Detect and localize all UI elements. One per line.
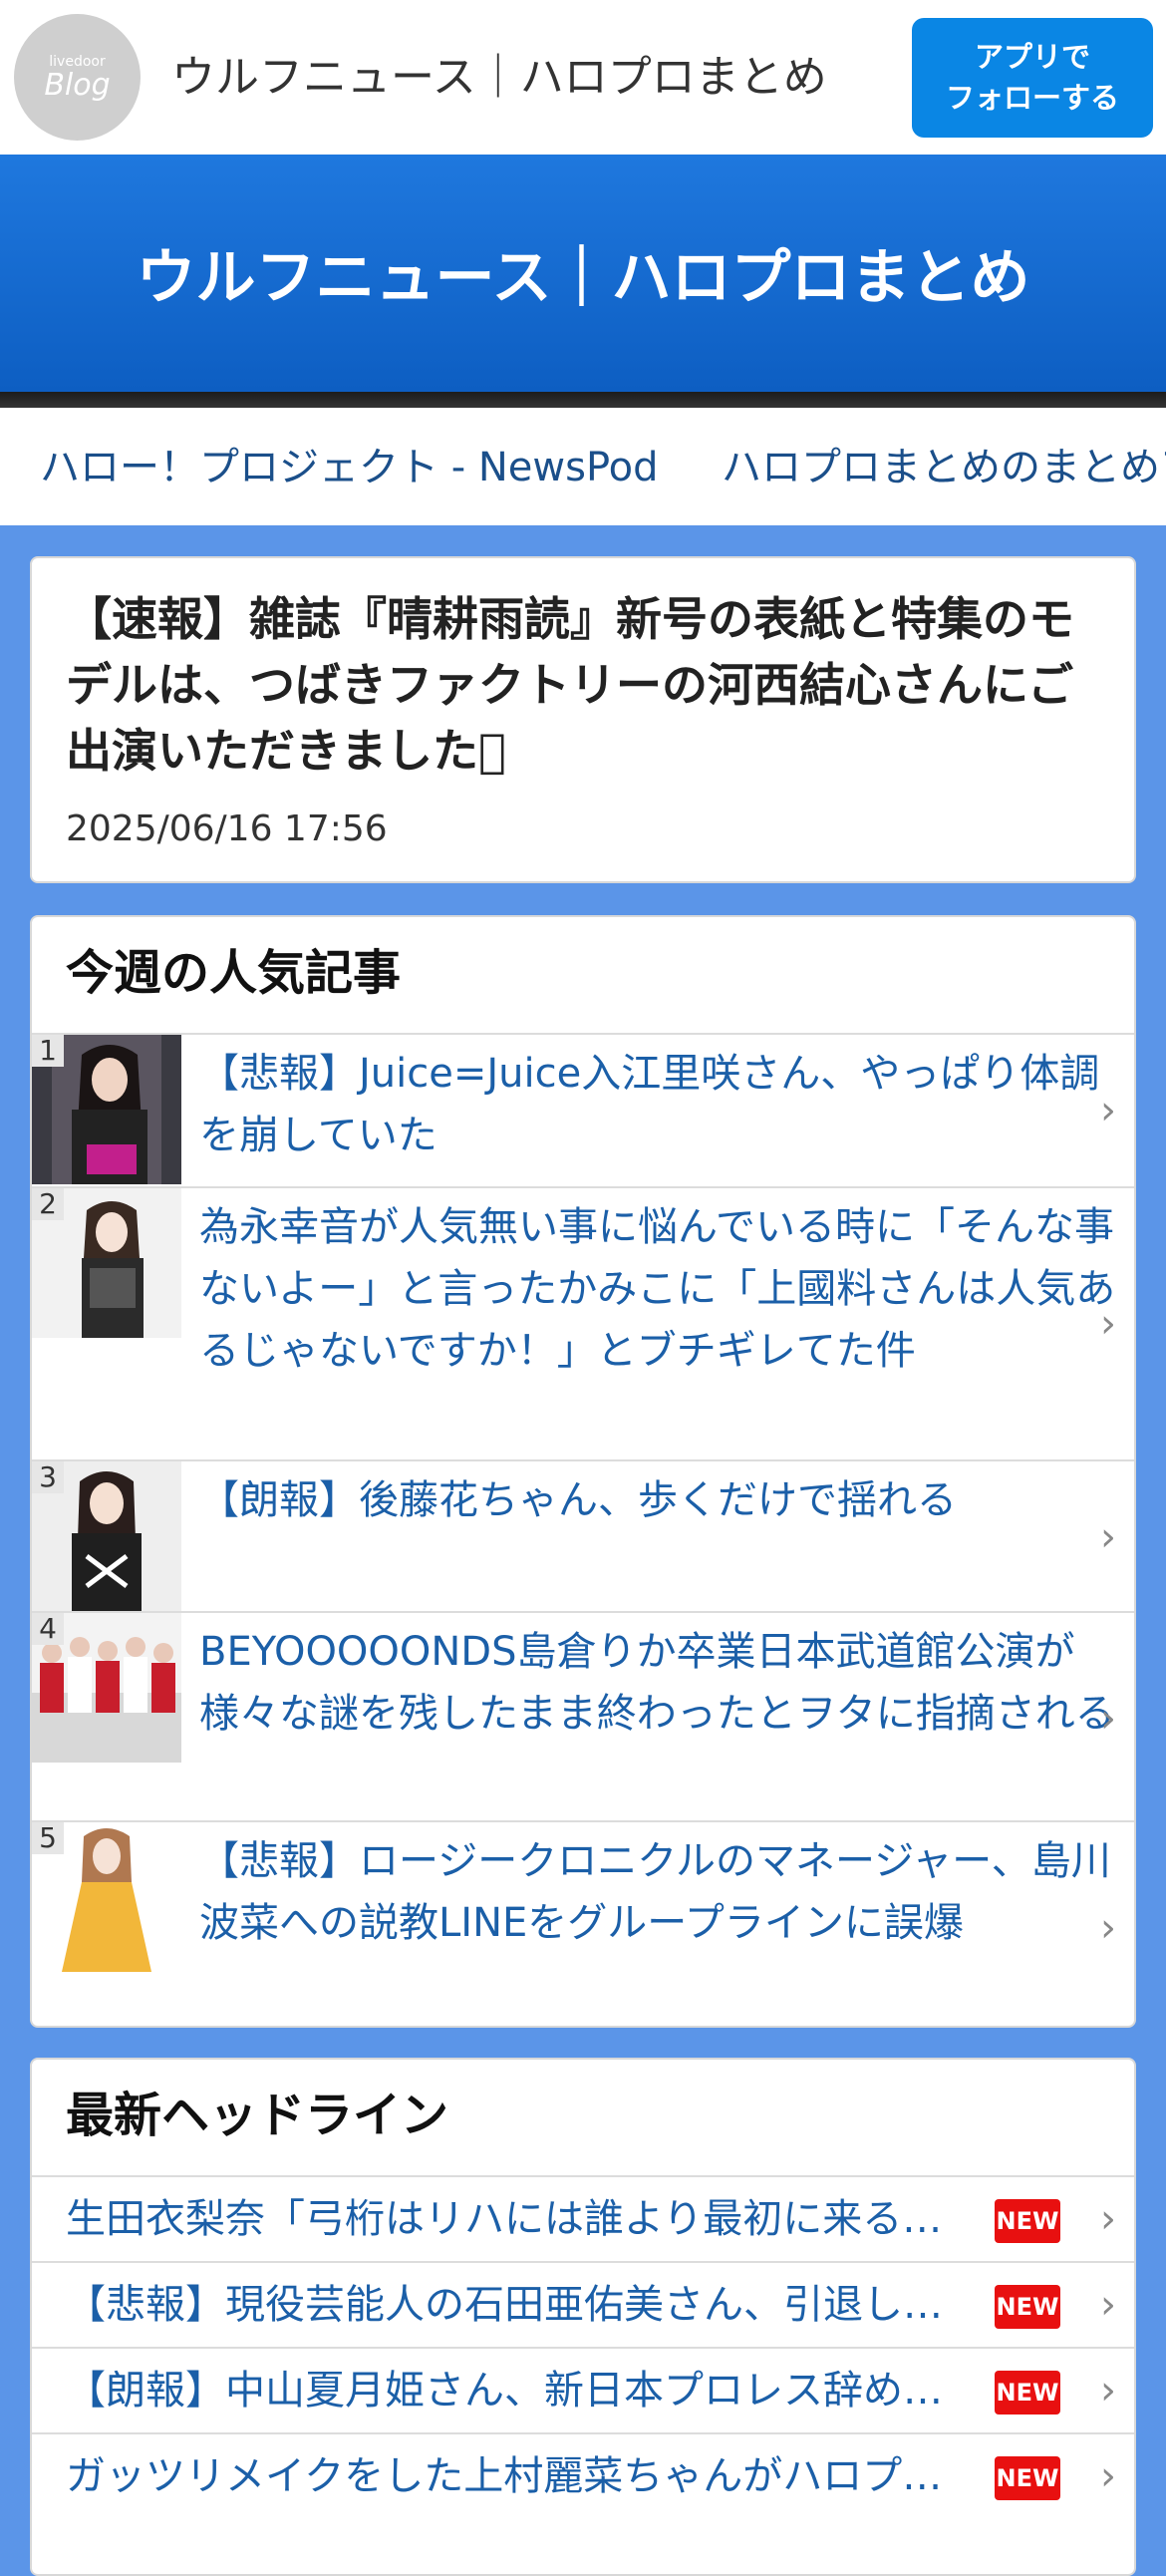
headline-title[interactable]: 【悲報】現役芸能人の石田亜佑美さん、引退し… [66,2279,1003,2331]
chevron-right-icon: › [1100,1088,1116,1133]
popular-item[interactable]: 1 【悲報】Juice=Juice入江里咲さん、やっぱり体調を崩していた › [32,1033,1134,1186]
article-date: 2025/06/16 17:56 [66,808,388,849]
rank-number: 5 [32,1822,64,1854]
rank-number: 1 [32,1035,64,1067]
follow-in-app-button[interactable]: アプリで フォローする [912,18,1153,138]
latest-headlines-card: 最新ヘッドライン 生田衣梨奈「弓桁はリハには誰より最初に来る… NEW › 【悲… [30,2058,1136,2576]
blog-banner[interactable]: ウルフニュース｜ハロプロまとめ [0,155,1166,392]
chevron-right-icon: › [1100,1696,1116,1742]
popular-item-title[interactable]: 【朗報】後藤花ちゃん、歩くだけで揺れる [199,1469,1116,1531]
headline-title[interactable]: 生田衣梨奈「弓桁はリハには誰より最初に来る… [66,2193,1003,2245]
chevron-right-icon: › [1100,1514,1116,1560]
related-link-matome[interactable]: ハロプロまとめのまとめア [722,442,1166,493]
chevron-right-icon: › [1100,2196,1116,2242]
follow-button-line2: フォローする [945,81,1119,115]
article-card: 【速報】雑誌『晴耕雨読』新号の表紙と特集のモデルは、つばきファクトリーの河西結心… [30,556,1136,883]
chevron-right-icon: › [1100,2453,1116,2499]
logo-big-text: Blog [44,67,111,103]
popular-heading: 今週の人気記事 [66,945,402,1001]
rank-number: 2 [32,1188,64,1220]
top-header: livedoor Blog ウルフニュース｜ハロプロまとめ アプリで フォローす… [0,0,1166,155]
site-title[interactable]: ウルフニュース｜ハロプロまとめ [171,48,827,108]
headline-item[interactable]: 【悲報】現役芸能人の石田亜佑美さん、引退し… NEW › [32,2261,1134,2347]
new-badge: NEW [995,2371,1060,2415]
new-badge: NEW [995,2285,1060,2329]
popular-articles-card: 今週の人気記事 1 【悲報】Juice=Juice入江里咲さん、やっぱり体調を崩… [30,915,1136,2028]
popular-item[interactable]: 2 為永幸音が人気無い事に悩んでいる時に「そんな事ないよー」と言ったかみこに「上… [32,1186,1134,1459]
headline-title[interactable]: ガッツリメイクをした上村麗菜ちゃんがハロプ… [66,2450,1003,2502]
new-badge: NEW [995,2456,1060,2500]
chevron-right-icon: › [1100,1301,1116,1347]
popular-item[interactable]: 3 【朗報】後藤花ちゃん、歩くだけで揺れる › [32,1459,1134,1611]
related-links-row: ハロー！プロジェクト - NewsPod ハロプロまとめのまとめア [0,408,1166,525]
headline-item[interactable]: 生田衣梨奈「弓桁はリハには誰より最初に来る… NEW › [32,2175,1134,2261]
related-link-newspod[interactable]: ハロー！プロジェクト - NewsPod [40,442,659,493]
headline-title[interactable]: 【朗報】中山夏月姫さん、新日本プロレス辞め… [66,2365,1003,2416]
chevron-right-icon: › [1100,1905,1116,1951]
livedoor-blog-logo[interactable]: livedoor Blog [14,14,141,141]
headline-item[interactable]: ガッツリメイクをした上村麗菜ちゃんがハロプ… NEW › [32,2432,1134,2518]
article-title[interactable]: 【速報】雑誌『晴耕雨読』新号の表紙と特集のモデルは、つばきファクトリーの河西結心… [66,586,1112,784]
popular-item-title[interactable]: 【悲報】Juice=Juice入江里咲さん、やっぱり体調を崩していた [199,1043,1116,1166]
follow-button-line1: アプリで [974,40,1090,74]
banner-divider [0,392,1166,408]
rank-number: 3 [32,1461,64,1493]
headlines-heading: 最新ヘッドライン [66,2088,449,2143]
popular-item[interactable]: 4 BEYOOOOONDS島倉りか卒業日本武道館公演が様々な謎を残したまま終わっ… [32,1611,1134,1820]
popular-item-title[interactable]: 為永幸音が人気無い事に悩んでいる時に「そんな事ないよー」と言ったかみこに「上國料… [199,1196,1116,1382]
banner-title[interactable]: ウルフニュース｜ハロプロまとめ [0,240,1166,316]
popular-item[interactable]: 5 【悲報】ロージークロニクルのマネージャー、島川波菜への説教LINEをグループ… [32,1820,1134,2026]
rank-number: 4 [32,1613,64,1645]
popular-item-title[interactable]: 【悲報】ロージークロニクルのマネージャー、島川波菜への説教LINEをグループライ… [199,1830,1116,1954]
popular-item-title[interactable]: BEYOOOOONDS島倉りか卒業日本武道館公演が様々な謎を残したまま終わったと… [199,1621,1116,1745]
new-badge: NEW [995,2199,1060,2243]
chevron-right-icon: › [1100,2282,1116,2328]
headline-item[interactable]: 【朗報】中山夏月姫さん、新日本プロレス辞め… NEW › [32,2347,1134,2432]
chevron-right-icon: › [1100,2368,1116,2414]
